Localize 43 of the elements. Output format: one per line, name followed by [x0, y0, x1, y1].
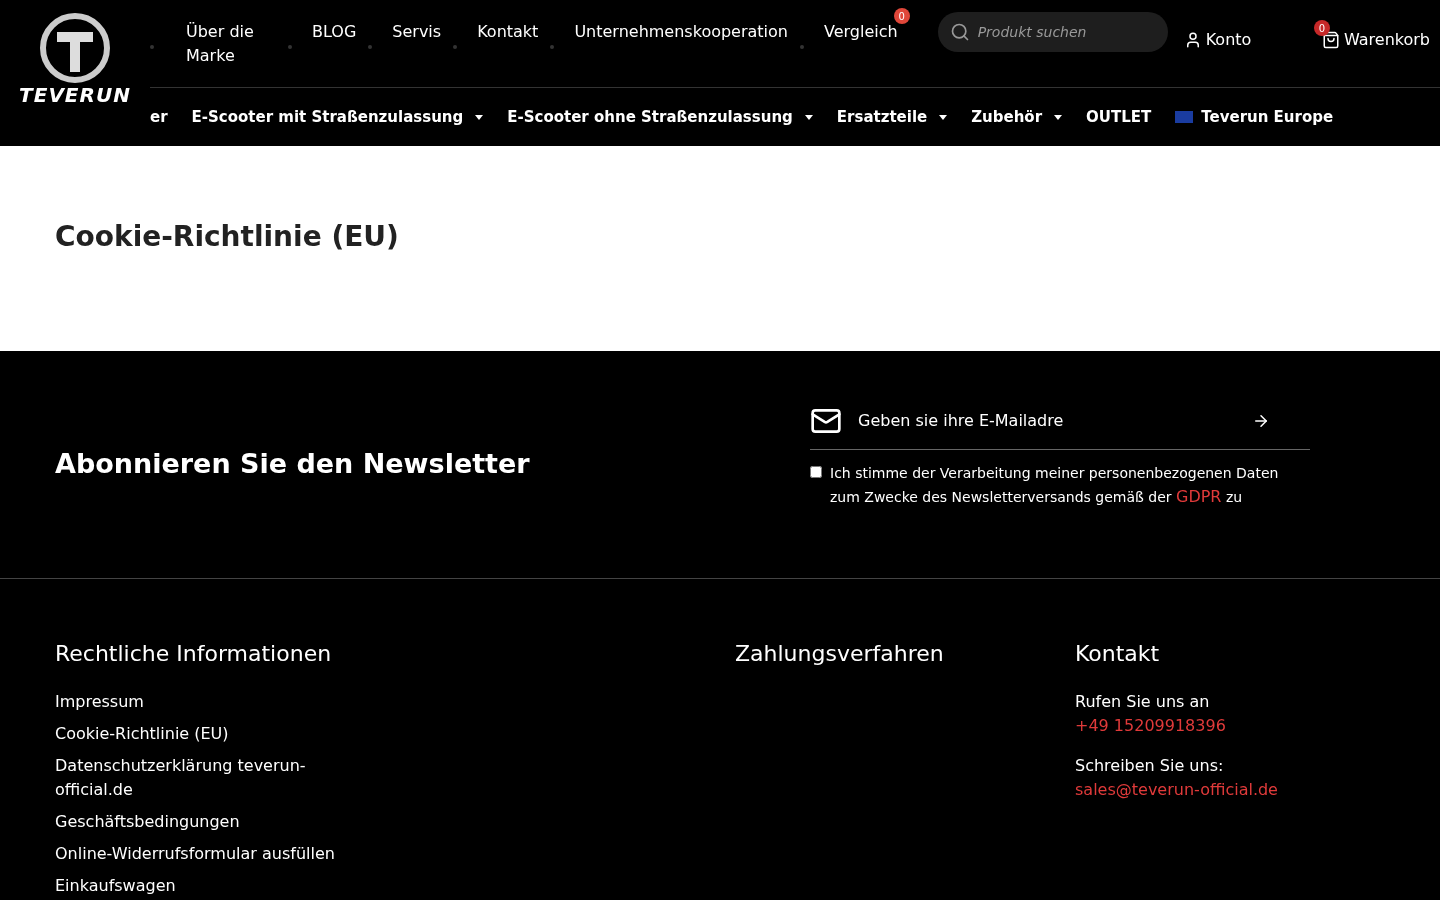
caret-icon [804, 114, 813, 120]
menu-item[interactable]: Zubehör [971, 105, 1063, 129]
footer-link[interactable]: Cookie-Richtlinie (EU) [55, 722, 345, 746]
bag-icon [1321, 31, 1340, 49]
menu-item[interactable]: Ersatzteile [836, 105, 948, 129]
footer-heading: Kontakt [1075, 640, 1161, 668]
gdpr-link[interactable]: GDPR [1176, 486, 1222, 506]
footer-heading: Zahlungsverfahren [735, 640, 945, 668]
consent-checkbox[interactable] [810, 465, 822, 478]
menu-item[interactable]: E-Scooter ohne Straßenzulassung [507, 105, 813, 129]
page-title: Cookie-Richtlinie (EU) [55, 219, 400, 255]
logo-text: TEVERUN [19, 82, 131, 109]
contact-link[interactable]: sales@teverun-official.de [1075, 778, 1278, 802]
menu-item[interactable]: E-Scooter mit Straßenzulassung [191, 105, 484, 129]
contact-label: Schreiben Sie uns: [1075, 755, 1225, 777]
contact-link[interactable]: +49 15209918396 [1075, 714, 1278, 738]
footer-link[interactable]: Datenschutzerklärung teverun-official.de [55, 754, 345, 802]
menu-item[interactable]: OUTLET [1086, 105, 1152, 129]
consent-text: Ich stimme der Verarbeitung meiner personenbezogenen Daten zum Zwecke des Newsletterversands gemäß der GDPR zu [830, 463, 1280, 508]
menu-item[interactable]: Teverun Europe [1175, 105, 1334, 129]
logo-icon[interactable] [39, 12, 111, 84]
search-field[interactable]: Produkt suchen [937, 12, 1168, 52]
footer-link[interactable]: Einkaufswagen [55, 874, 345, 898]
caret-icon [475, 114, 484, 120]
nav-link[interactable]: BLOG [312, 20, 357, 44]
footer-link[interactable]: Online-Widerrufsformular ausfüllen [55, 842, 345, 866]
nav-link[interactable]: Über die Marke [186, 20, 276, 68]
nav-link[interactable]: Unternehmenskooperation [574, 20, 788, 44]
caret-icon [939, 114, 948, 120]
count-badge: 0 [893, 8, 910, 24]
footer-heading: Rechtliche Informationen [55, 640, 333, 668]
email-field[interactable]: Geben sie ihre E-Mailadre [810, 404, 1310, 450]
nav-link[interactable]: Servis [392, 20, 442, 44]
caret-icon [1054, 114, 1063, 120]
count-badge: 0 [1313, 20, 1330, 36]
menu-item[interactable]: er [150, 105, 168, 129]
footer-link[interactable]: Geschäftsbedingungen [55, 810, 345, 834]
contact-label: Rufen Sie uns an [1075, 691, 1211, 713]
account-link[interactable]: Konto [1183, 28, 1252, 52]
newsletter-title: Abonnieren Sie den Newsletter [55, 447, 531, 482]
eu-flag-icon [1175, 111, 1194, 123]
nav-link[interactable]: Kontakt [477, 20, 539, 44]
footer-link[interactable]: Impressum [55, 690, 345, 714]
